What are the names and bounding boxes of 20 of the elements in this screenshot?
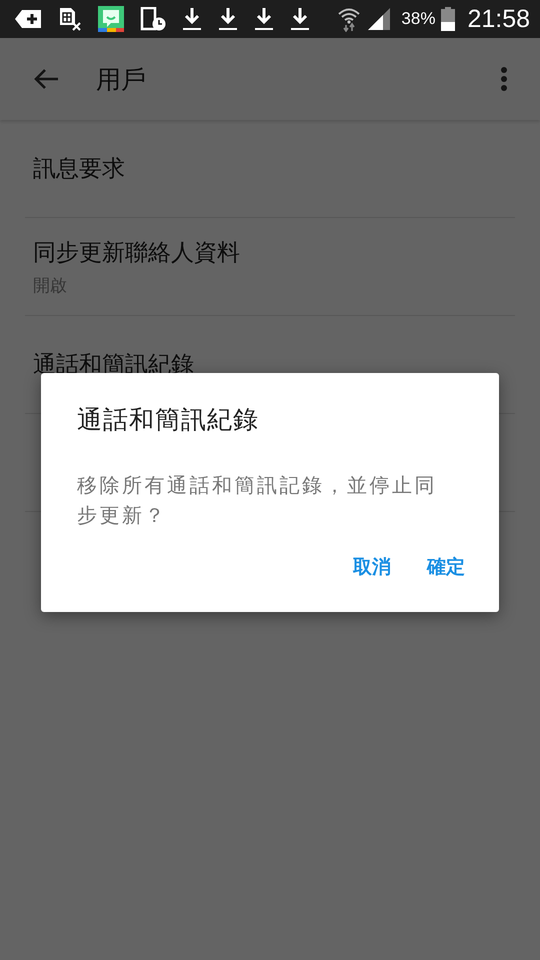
sim-card-icon (58, 7, 82, 31)
phone-clock-icon (140, 7, 166, 31)
settings-item[interactable]: 訊息要求 (25, 120, 515, 218)
download-icon (182, 7, 202, 31)
dialog-button[interactable]: 確定 (415, 546, 477, 588)
more-options-icon[interactable] (500, 66, 508, 92)
battery-icon (441, 7, 456, 31)
back-icon[interactable] (33, 68, 59, 90)
chat-app-icon (98, 6, 124, 32)
clock-time: 21:58 (467, 4, 530, 34)
download-icon (290, 7, 310, 31)
tag-plus-icon (14, 9, 42, 29)
dialog-message: 移除所有通話和簡訊記錄，並停止同步更新？ (77, 472, 438, 529)
page-title: 用戶 (96, 64, 147, 96)
download-icon (254, 7, 274, 31)
battery-percentage: 38% (401, 9, 436, 29)
signal-icon (367, 7, 392, 31)
wifi-icon (337, 6, 362, 32)
dialog-button[interactable]: 取消 (341, 546, 403, 588)
download-icon (218, 7, 238, 31)
